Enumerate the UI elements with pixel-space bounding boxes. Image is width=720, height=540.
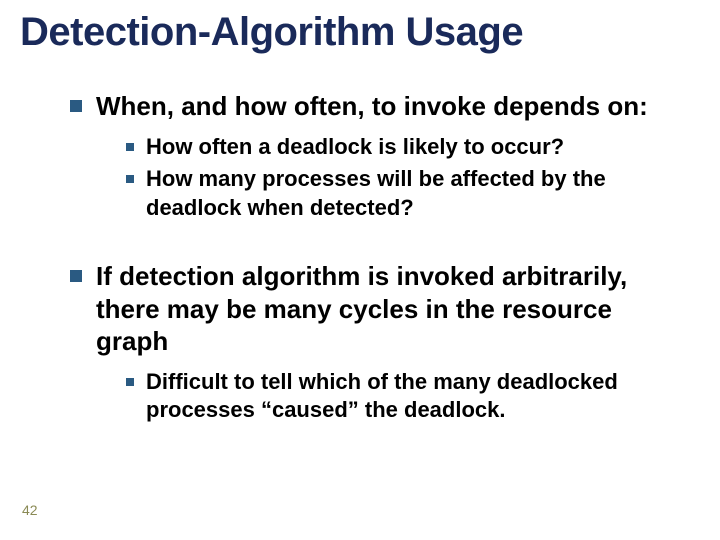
bullet-l1-text: When, and how often, to invoke depends o… [96,91,648,121]
bullet-l2-text: How often a deadlock is likely to occur? [146,134,564,159]
bullet-l2-item: How often a deadlock is likely to occur? [126,133,690,162]
bullet-l1-item: When, and how often, to invoke depends o… [70,90,690,222]
slide-body: When, and how often, to invoke depends o… [70,90,690,437]
bullet-list-2: How often a deadlock is likely to occur?… [126,133,690,223]
bullet-list-2b: Difficult to tell which of the many dead… [126,368,690,425]
spacer [70,234,690,260]
bullet-l1-text: If detection algorithm is invoked arbitr… [96,261,627,356]
bullet-l2-text: How many processes will be affected by t… [146,166,606,220]
bullet-l2-item: Difficult to tell which of the many dead… [126,368,690,425]
bullet-list-1b: If detection algorithm is invoked arbitr… [70,260,690,425]
slide: Detection-Algorithm Usage When, and how … [0,0,720,540]
page-number: 42 [22,502,38,518]
bullet-l2-text: Difficult to tell which of the many dead… [146,369,618,423]
bullet-l1-item: If detection algorithm is invoked arbitr… [70,260,690,425]
bullet-l2-item: How many processes will be affected by t… [126,165,690,222]
bullet-list-1: When, and how often, to invoke depends o… [70,90,690,222]
slide-title: Detection-Algorithm Usage [20,10,523,55]
